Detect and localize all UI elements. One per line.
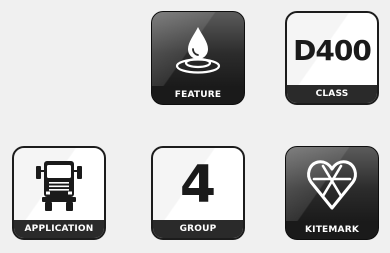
group-value-area: 4 [153,154,243,216]
feature-label: FEATURE [152,86,244,104]
class-label: CLASS [287,85,377,103]
kitemark-icon-area [286,153,378,215]
kitemark-icon [307,160,357,210]
group-value: 4 [179,155,217,215]
application-icon-area [14,154,104,216]
truck-icon [36,161,82,211]
class-value-area: D400 [287,19,377,81]
group-label: GROUP [153,220,243,238]
application-tile: APPLICATION [12,146,106,240]
kitemark-tile: KITEMARK [285,146,379,240]
application-label: APPLICATION [14,220,104,238]
feature-icon-area [152,18,244,80]
group-tile: 4 GROUP [151,146,245,240]
class-value: D400 [293,33,372,67]
water-drop-icon [175,27,221,74]
class-tile: D400 CLASS [285,11,379,105]
feature-tile: FEATURE [151,11,245,105]
kitemark-label: KITEMARK [286,221,378,239]
